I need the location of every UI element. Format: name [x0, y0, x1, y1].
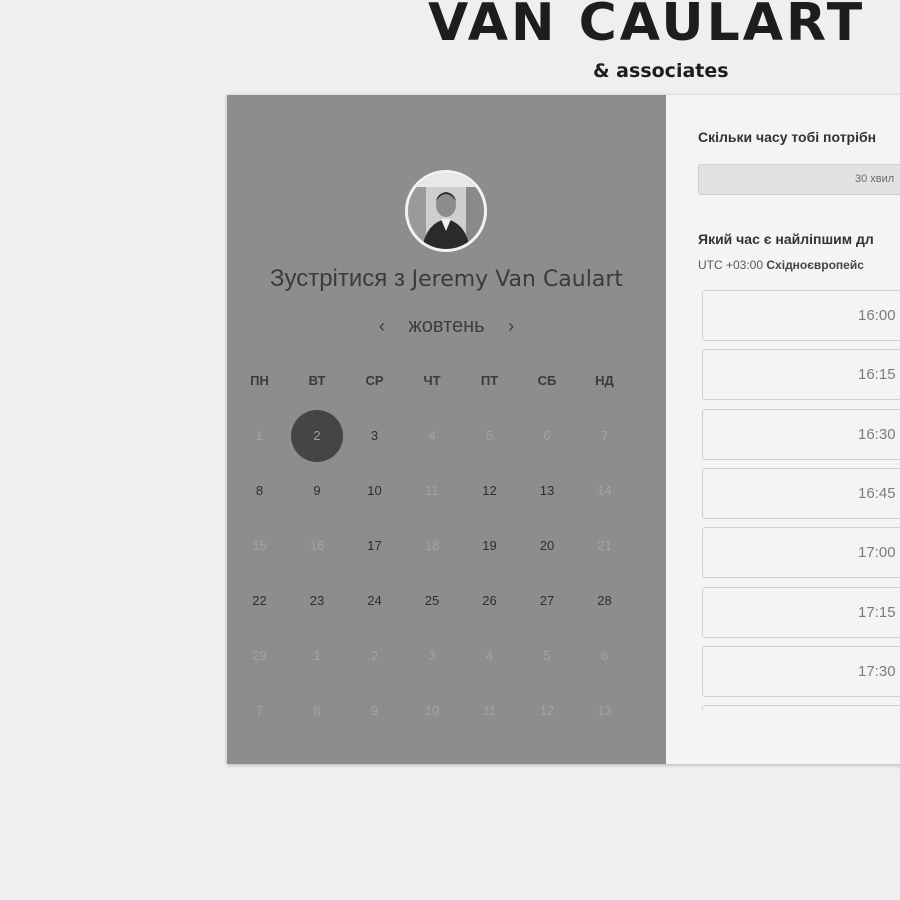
- calendar-day: 2: [370, 648, 379, 663]
- calendar-day: 21: [597, 538, 612, 553]
- avatar: [405, 170, 487, 252]
- duration-label: Скільки часу тобі потрібн: [698, 129, 877, 145]
- booking-panel: Скільки часу тобі потрібн 30 хвил Який ч…: [666, 95, 900, 764]
- time-slot-button[interactable]: 16:00: [702, 290, 900, 341]
- scheduler-card: Зустрітися з Jeremy Van Caulart ‹ жовтен…: [227, 95, 900, 764]
- calendar-day: 11: [425, 483, 439, 498]
- calendar-day[interactable]: 3: [349, 410, 401, 462]
- calendar-day: 15: [252, 538, 267, 553]
- calendar-day: 11: [482, 703, 497, 718]
- month-navigation: ‹ жовтень ›: [227, 315, 666, 338]
- timezone-info: UTC +03:00 Східноєвропейс: [698, 258, 864, 272]
- time-slot-button[interactable]: [702, 705, 900, 711]
- weekday-header-cell: СБ: [537, 373, 557, 388]
- month-label: жовтень: [408, 315, 485, 337]
- calendar-panel: Зустрітися з Jeremy Van Caulart ‹ жовтен…: [227, 95, 666, 764]
- weekday-header-cell: НД: [595, 373, 614, 388]
- host-photo: [408, 173, 484, 249]
- time-slot-button[interactable]: 16:15: [702, 349, 900, 401]
- time-slot-button[interactable]: 16:45: [702, 467, 900, 519]
- calendar-day[interactable]: 8: [234, 465, 286, 517]
- calendar-day[interactable]: 26: [464, 575, 516, 627]
- brand-subtitle: & associates: [593, 60, 729, 82]
- calendar-day[interactable]: 9: [291, 465, 343, 517]
- timezone-offset: UTC +03:00: [698, 258, 764, 272]
- time-slot-button[interactable]: 17:30: [702, 645, 900, 697]
- calendar-day[interactable]: 25: [406, 575, 458, 627]
- weekday-header-cell: ЧТ: [423, 373, 441, 388]
- calendar-day: 7: [255, 703, 264, 718]
- time-slot-list: 16:00 16:15 16:30 16:45 17:00 17:15 17:30: [702, 290, 900, 711]
- weekday-header-cell: ПН: [250, 373, 269, 388]
- calendar-day: 18: [424, 538, 440, 553]
- timezone-name: Східноєвропейс: [766, 258, 864, 272]
- calendar-day[interactable]: 19: [464, 520, 516, 572]
- calendar-day[interactable]: 10: [349, 465, 401, 517]
- time-slot-button[interactable]: 17:00: [702, 527, 900, 579]
- calendar-day: 4: [485, 648, 494, 663]
- calendar-day: 6: [600, 648, 609, 663]
- calendar-day: 1: [313, 648, 321, 663]
- calendar-day[interactable]: 23: [291, 575, 343, 627]
- weekday-header-cell: СР: [365, 373, 384, 388]
- next-month-icon[interactable]: ›: [498, 316, 524, 337]
- weekday-header-cell: ВТ: [308, 373, 326, 388]
- calendar-day: 7: [600, 428, 609, 443]
- calendar-day: 5: [543, 648, 551, 663]
- calendar-day[interactable]: 13: [521, 465, 573, 517]
- duration-select[interactable]: 30 хвил: [698, 164, 900, 195]
- time-slot-button[interactable]: 17:15: [702, 586, 900, 638]
- calendar-day: 14: [597, 483, 612, 498]
- calendar-day: 4: [428, 428, 436, 443]
- calendar-day: 29: [252, 648, 267, 663]
- time-slot-button[interactable]: 16:30: [702, 408, 900, 460]
- meet-title: Зустрітися з Jeremy Van Caulart: [227, 265, 666, 293]
- calendar-day[interactable]: 24: [349, 575, 401, 627]
- calendar-day: 3: [428, 648, 436, 663]
- calendar-day: 16: [309, 538, 325, 553]
- calendar-day: 13: [597, 703, 612, 718]
- calendar-day: 8: [313, 703, 321, 718]
- calendar-day: 6: [543, 428, 551, 443]
- calendar-day-selected[interactable]: 2: [291, 410, 343, 462]
- calendar-day[interactable]: 22: [234, 575, 286, 627]
- meet-prefix: Зустрітися з: [269, 265, 412, 292]
- calendar-day[interactable]: 17: [349, 520, 401, 572]
- calendar-day[interactable]: 12: [464, 465, 516, 517]
- calendar-day: 1: [255, 428, 264, 443]
- calendar-day: 5: [485, 428, 494, 443]
- calendar-day: 9: [370, 703, 379, 718]
- calendar-day[interactable]: 27: [521, 575, 573, 627]
- time-label: Який час є найліпшим дл: [698, 231, 874, 247]
- calendar-day[interactable]: 20: [521, 520, 573, 572]
- brand-title: VAN CAULART: [428, 0, 866, 53]
- weekday-header-cell: ПТ: [480, 373, 499, 388]
- calendar-day[interactable]: 28: [579, 575, 631, 627]
- calendar-day: 12: [539, 703, 555, 718]
- host-name: Jeremy Van Caulart: [411, 267, 623, 292]
- calendar-day: 10: [424, 703, 440, 718]
- prev-month-icon[interactable]: ‹: [369, 316, 395, 337]
